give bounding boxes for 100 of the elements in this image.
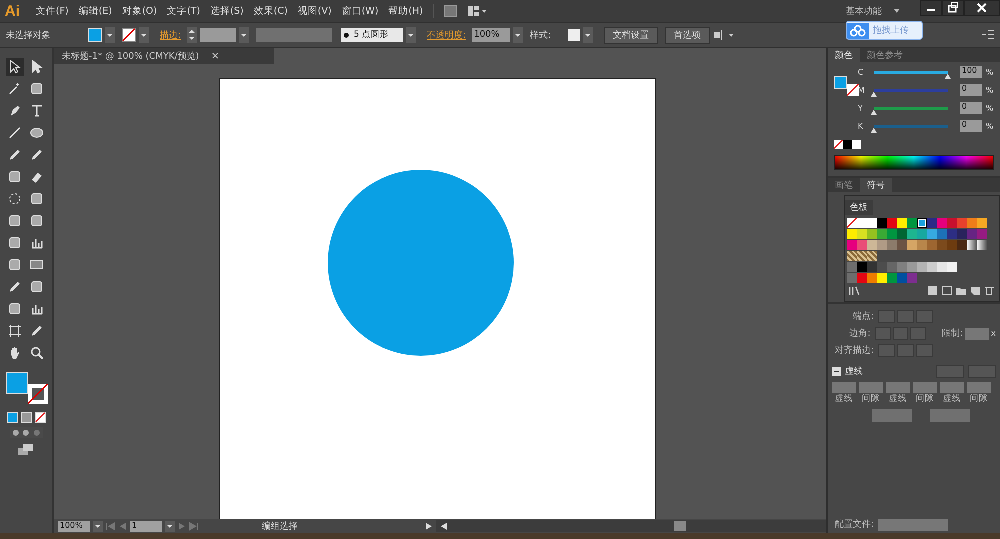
no-stroke-swatch-icon[interactable] xyxy=(847,84,859,96)
document-tab[interactable]: 未标题-1* @ 100% (CMYK/预览) × xyxy=(54,48,274,64)
brush-dropdown[interactable]: 5 点圆形 xyxy=(341,28,404,42)
variable-width-field[interactable] xyxy=(256,28,332,42)
none-swatch-icon[interactable] xyxy=(834,140,843,149)
next-page-icon[interactable] xyxy=(178,522,186,530)
color-swatch[interactable] xyxy=(877,229,887,239)
color-swatch[interactable] xyxy=(877,218,887,228)
color-swatch[interactable] xyxy=(897,218,907,228)
color-swatch[interactable] xyxy=(957,229,967,239)
trash-icon[interactable] xyxy=(984,286,995,296)
toolbar-button[interactable]: 文档设置 xyxy=(604,26,658,44)
color-swatch[interactable] xyxy=(877,262,887,272)
no-stroke-swatch-icon[interactable] xyxy=(28,384,48,404)
color-swatch[interactable] xyxy=(927,229,937,239)
round-join-button[interactable] xyxy=(892,327,908,340)
color-swatch[interactable] xyxy=(847,240,857,250)
color-swatch[interactable] xyxy=(957,218,967,228)
color-swatch[interactable] xyxy=(887,240,897,250)
menu-item[interactable]: 文件(F) xyxy=(36,4,69,18)
stroke-link[interactable]: 描边: xyxy=(160,28,182,42)
color-swatch[interactable] xyxy=(977,218,987,228)
color-swatch[interactable] xyxy=(947,240,957,250)
color-swatch[interactable] xyxy=(857,262,867,272)
align-outside-button[interactable] xyxy=(916,344,933,357)
scrollbar-thumb[interactable] xyxy=(674,521,686,531)
color-swatch[interactable] xyxy=(937,218,947,228)
dash-field[interactable] xyxy=(967,382,991,393)
color-swatch[interactable] xyxy=(937,240,947,250)
workspace-menu[interactable]: 基本功能 xyxy=(846,4,882,18)
fill-swatch[interactable] xyxy=(88,28,102,42)
menu-item[interactable]: 编辑(E) xyxy=(78,4,112,18)
color-swatch[interactable] xyxy=(897,262,907,272)
preserve-dash-button[interactable] xyxy=(936,365,964,378)
pattern-swatch[interactable] xyxy=(857,251,867,261)
menu-item[interactable]: 效果(C) xyxy=(254,4,288,18)
color-swatch[interactable] xyxy=(897,229,907,239)
page-field[interactable]: 1 xyxy=(130,520,162,532)
color-swatch[interactable] xyxy=(907,218,917,228)
status-menu-icon[interactable] xyxy=(425,522,433,530)
dash-field[interactable] xyxy=(859,382,883,393)
color-swatch[interactable] xyxy=(867,240,877,250)
panel-tab[interactable]: 符号 xyxy=(860,178,892,192)
new-swatch-icon[interactable] xyxy=(970,286,981,296)
collapse-icon[interactable] xyxy=(832,367,841,376)
grid-view-icon[interactable] xyxy=(928,286,939,296)
color-swatch[interactable] xyxy=(877,273,887,283)
limit-field[interactable] xyxy=(965,328,990,340)
screen-mode-icon[interactable] xyxy=(18,444,34,455)
color-swatch[interactable] xyxy=(947,218,957,228)
panel-menu-icon[interactable] xyxy=(982,30,994,40)
butt-cap-button[interactable] xyxy=(878,310,895,323)
color-swatch[interactable] xyxy=(867,273,877,283)
color-swatch[interactable] xyxy=(957,240,967,250)
folder-swatch[interactable] xyxy=(847,273,857,283)
align-inside-button[interactable] xyxy=(897,344,914,357)
swatch-options-icon[interactable] xyxy=(942,286,953,296)
layout-icon[interactable] xyxy=(468,5,488,17)
color-swatch[interactable] xyxy=(917,240,927,250)
close-icon[interactable] xyxy=(964,0,1000,16)
round-cap-button[interactable] xyxy=(897,310,914,323)
previous-page-icon[interactable] xyxy=(119,522,127,530)
color-swatch[interactable] xyxy=(937,262,947,272)
close-tab-button[interactable]: × xyxy=(211,50,220,62)
color-swatch[interactable] xyxy=(967,218,977,228)
color-swatch[interactable] xyxy=(857,240,867,250)
color-spectrum[interactable] xyxy=(834,155,994,170)
pattern-swatch[interactable] xyxy=(867,251,877,261)
color-swatch[interactable] xyxy=(927,240,937,250)
color-swatch[interactable] xyxy=(887,273,897,283)
horizontal-scrollbar[interactable] xyxy=(436,520,826,532)
folder-icon[interactable] xyxy=(956,286,967,296)
gradient-swatch[interactable] xyxy=(977,240,987,250)
color-swatch[interactable] xyxy=(917,262,927,272)
color-swatch[interactable] xyxy=(907,240,917,250)
menu-item[interactable]: 视图(V) xyxy=(298,4,332,18)
dash-field[interactable] xyxy=(886,382,910,393)
zoom-field[interactable]: 100% xyxy=(58,520,90,532)
color-swatch[interactable] xyxy=(857,229,867,239)
menu-item[interactable]: 文字(T) xyxy=(167,4,200,18)
scroll-left-icon[interactable] xyxy=(440,522,448,530)
color-swatch[interactable] xyxy=(887,262,897,272)
style-swatch[interactable] xyxy=(568,29,580,41)
channel-value-field[interactable]: 100 xyxy=(960,66,982,78)
channel-value-field[interactable]: 0 xyxy=(960,120,982,132)
opacity-field[interactable]: 100% xyxy=(472,28,510,42)
pattern-swatch[interactable] xyxy=(847,251,857,261)
color-swatch[interactable] xyxy=(937,229,947,239)
fill-color-swatch[interactable] xyxy=(834,76,847,89)
color-swatch[interactable] xyxy=(877,240,887,250)
miter-join-button[interactable] xyxy=(874,327,891,340)
last-page-icon[interactable] xyxy=(189,522,199,530)
bridge-icon[interactable] xyxy=(444,4,458,18)
color-mode-icon[interactable] xyxy=(6,412,18,423)
color-swatch[interactable] xyxy=(947,262,957,272)
channel-value-field[interactable]: 0 xyxy=(960,84,982,96)
color-swatch[interactable] xyxy=(867,218,877,228)
gradient-mode-icon[interactable] xyxy=(20,412,32,423)
panel-tab[interactable]: 颜色 xyxy=(828,48,860,62)
color-swatch[interactable] xyxy=(967,229,977,239)
